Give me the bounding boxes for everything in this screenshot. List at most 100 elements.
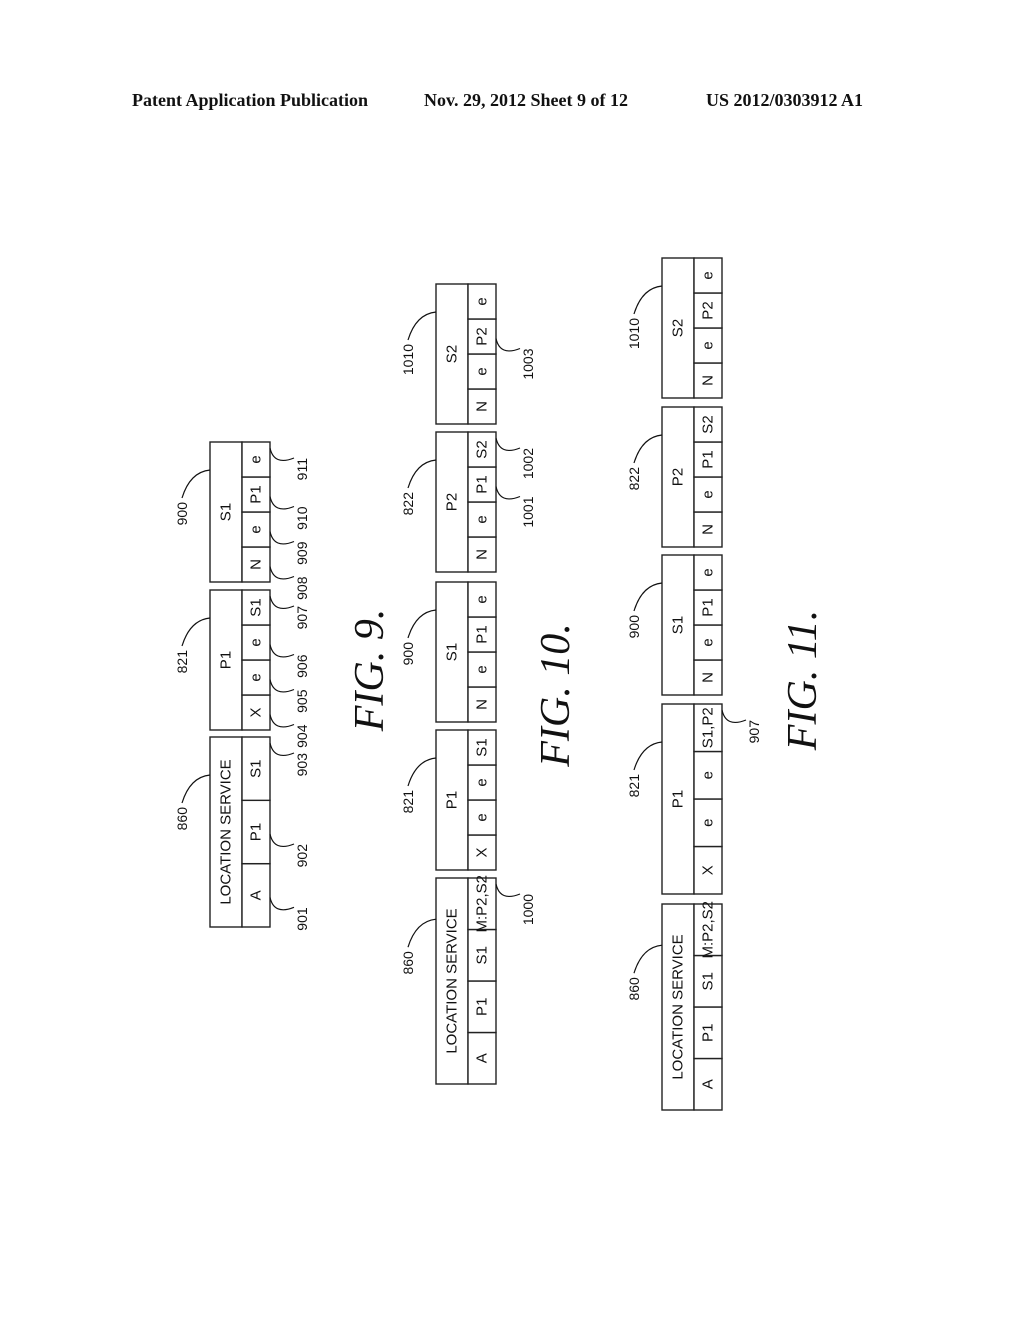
record-table: P1 X 904 e 905 e 906 S1 907 821 (174, 589, 310, 748)
leader-line (269, 566, 295, 580)
record-table: LOCATION SERVICE A P1 S1 M:P2,S2 860 (626, 901, 723, 1111)
figure-10: LOCATION SERVICE A P1 S1 M:P2,S2 1000 860 P1 Xe e… (400, 283, 579, 1085)
reference-numeral: 902 (294, 844, 310, 868)
leader-line (269, 679, 295, 693)
leader-line (269, 496, 295, 510)
leader-line (495, 338, 521, 352)
cell-value: e (474, 778, 491, 786)
record-table: S2 Ne P2 e 1010 (626, 257, 723, 399)
cell-value: e (474, 515, 491, 523)
record-table: S1 Ne P1 e 900 (626, 554, 723, 696)
reference-numeral: 821 (174, 650, 190, 674)
reference-numeral: 903 (294, 753, 310, 777)
figure-caption: FIG. 10. (533, 623, 579, 767)
record-table: LOCATION SERVICE A 901 P1 902 S1 903 860 (174, 736, 310, 931)
reference-numeral: 909 (294, 541, 310, 565)
cell-value: P1 (248, 485, 265, 503)
cell-value: S1,P2 (700, 707, 717, 748)
cell-value: e (474, 595, 491, 603)
table-title: S2 (670, 319, 687, 337)
cell-value: e (700, 341, 717, 349)
cell-value: S2 (474, 440, 491, 458)
reference-numeral: 900 (626, 615, 642, 639)
record-table: P1 Xe e S1,P2 907 821 (626, 703, 762, 895)
cell-value: M:P2,S2 (700, 901, 717, 959)
cell-value: P1 (700, 1024, 717, 1042)
cell-value: N (700, 524, 717, 535)
leader-line (495, 437, 521, 451)
table-title: P1 (670, 790, 687, 808)
table-title: P1 (444, 791, 461, 809)
leader-line (407, 459, 437, 489)
reference-numeral: 904 (294, 724, 310, 748)
cell-value: e (474, 367, 491, 375)
table-title: LOCATION SERVICE (444, 908, 461, 1053)
cell-value: A (700, 1079, 717, 1089)
cell-value: S1 (248, 759, 265, 777)
record-table: S1 Ne P1 e 900 (400, 581, 497, 723)
table-title: P1 (218, 651, 235, 669)
cell-value: e (700, 819, 717, 827)
leader-line (633, 434, 663, 464)
record-table: P2 Ne P1 S2 822 (626, 406, 723, 548)
reference-numeral: 900 (174, 502, 190, 526)
reference-numeral: 1001 (520, 496, 536, 527)
reference-numeral: 822 (400, 492, 416, 516)
leader-line (269, 531, 295, 545)
cell-value: S1 (474, 738, 491, 756)
reference-numeral: 907 (294, 606, 310, 630)
cell-value: N (474, 549, 491, 560)
table-title: S1 (670, 616, 687, 634)
cell-value: e (700, 490, 717, 498)
cell-value: N (474, 699, 491, 710)
leader-line (407, 757, 437, 787)
leader-line (407, 918, 437, 948)
cell-value: e (700, 771, 717, 779)
reference-numeral: 860 (400, 951, 416, 975)
record-table: P1 Xe e S1 821 (400, 729, 497, 871)
cell-value: P1 (700, 450, 717, 468)
leader-line (269, 595, 295, 609)
leader-line (269, 897, 295, 911)
cell-value: A (474, 1053, 491, 1063)
leader-line (633, 944, 663, 974)
cell-value: P1 (474, 475, 491, 493)
cell-value: e (474, 665, 491, 673)
figure-caption: FIG. 11. (780, 610, 826, 751)
record-table: P2 Ne P1 1001 S2 1002 822 (400, 431, 536, 573)
table-title: S1 (444, 643, 461, 661)
reference-numeral: 822 (626, 467, 642, 491)
record-table: LOCATION SERVICE A P1 S1 M:P2,S2 1000 860 (400, 875, 536, 1085)
leader-line (407, 311, 437, 341)
cell-value: e (474, 297, 491, 305)
reference-numeral: 1002 (520, 448, 536, 479)
table-title: LOCATION SERVICE (218, 759, 235, 904)
figure-11: LOCATION SERVICE A P1 S1 M:P2,S2 860 P1 Xe e S1,P… (626, 257, 826, 1111)
reference-numeral: 901 (294, 907, 310, 931)
leader-line (181, 617, 211, 647)
reference-numeral: 1000 (520, 894, 536, 925)
reference-numeral: 908 (294, 576, 310, 600)
record-table: S2 Ne P2 1003 e 1010 (400, 283, 536, 425)
leader-line (269, 644, 295, 658)
cell-value: S2 (700, 415, 717, 433)
reference-numeral: 1010 (400, 344, 416, 375)
cell-value: M:P2,S2 (474, 875, 491, 933)
record-table: S1 N 908 e 909 P1 910 e 911 900 (174, 441, 310, 600)
reference-numeral: 821 (626, 774, 642, 798)
table-title: P2 (670, 468, 687, 486)
cell-value: N (474, 401, 491, 412)
leader-line (269, 833, 295, 847)
cell-value: X (700, 865, 717, 875)
leader-line (495, 883, 521, 897)
patent-drawing: LOCATION SERVICE A 901 P1 902 S1 903 860 P1 X 904 e… (174, 257, 826, 1111)
cell-value: S1 (700, 972, 717, 990)
cell-value: e (248, 638, 265, 646)
leader-line (721, 709, 747, 723)
reference-numeral: 1003 (520, 348, 536, 379)
cell-value: P2 (700, 301, 717, 319)
table-title: LOCATION SERVICE (670, 934, 687, 1079)
cell-value: P1 (248, 823, 265, 841)
leader-line (633, 582, 663, 612)
reference-numeral: 910 (294, 506, 310, 530)
